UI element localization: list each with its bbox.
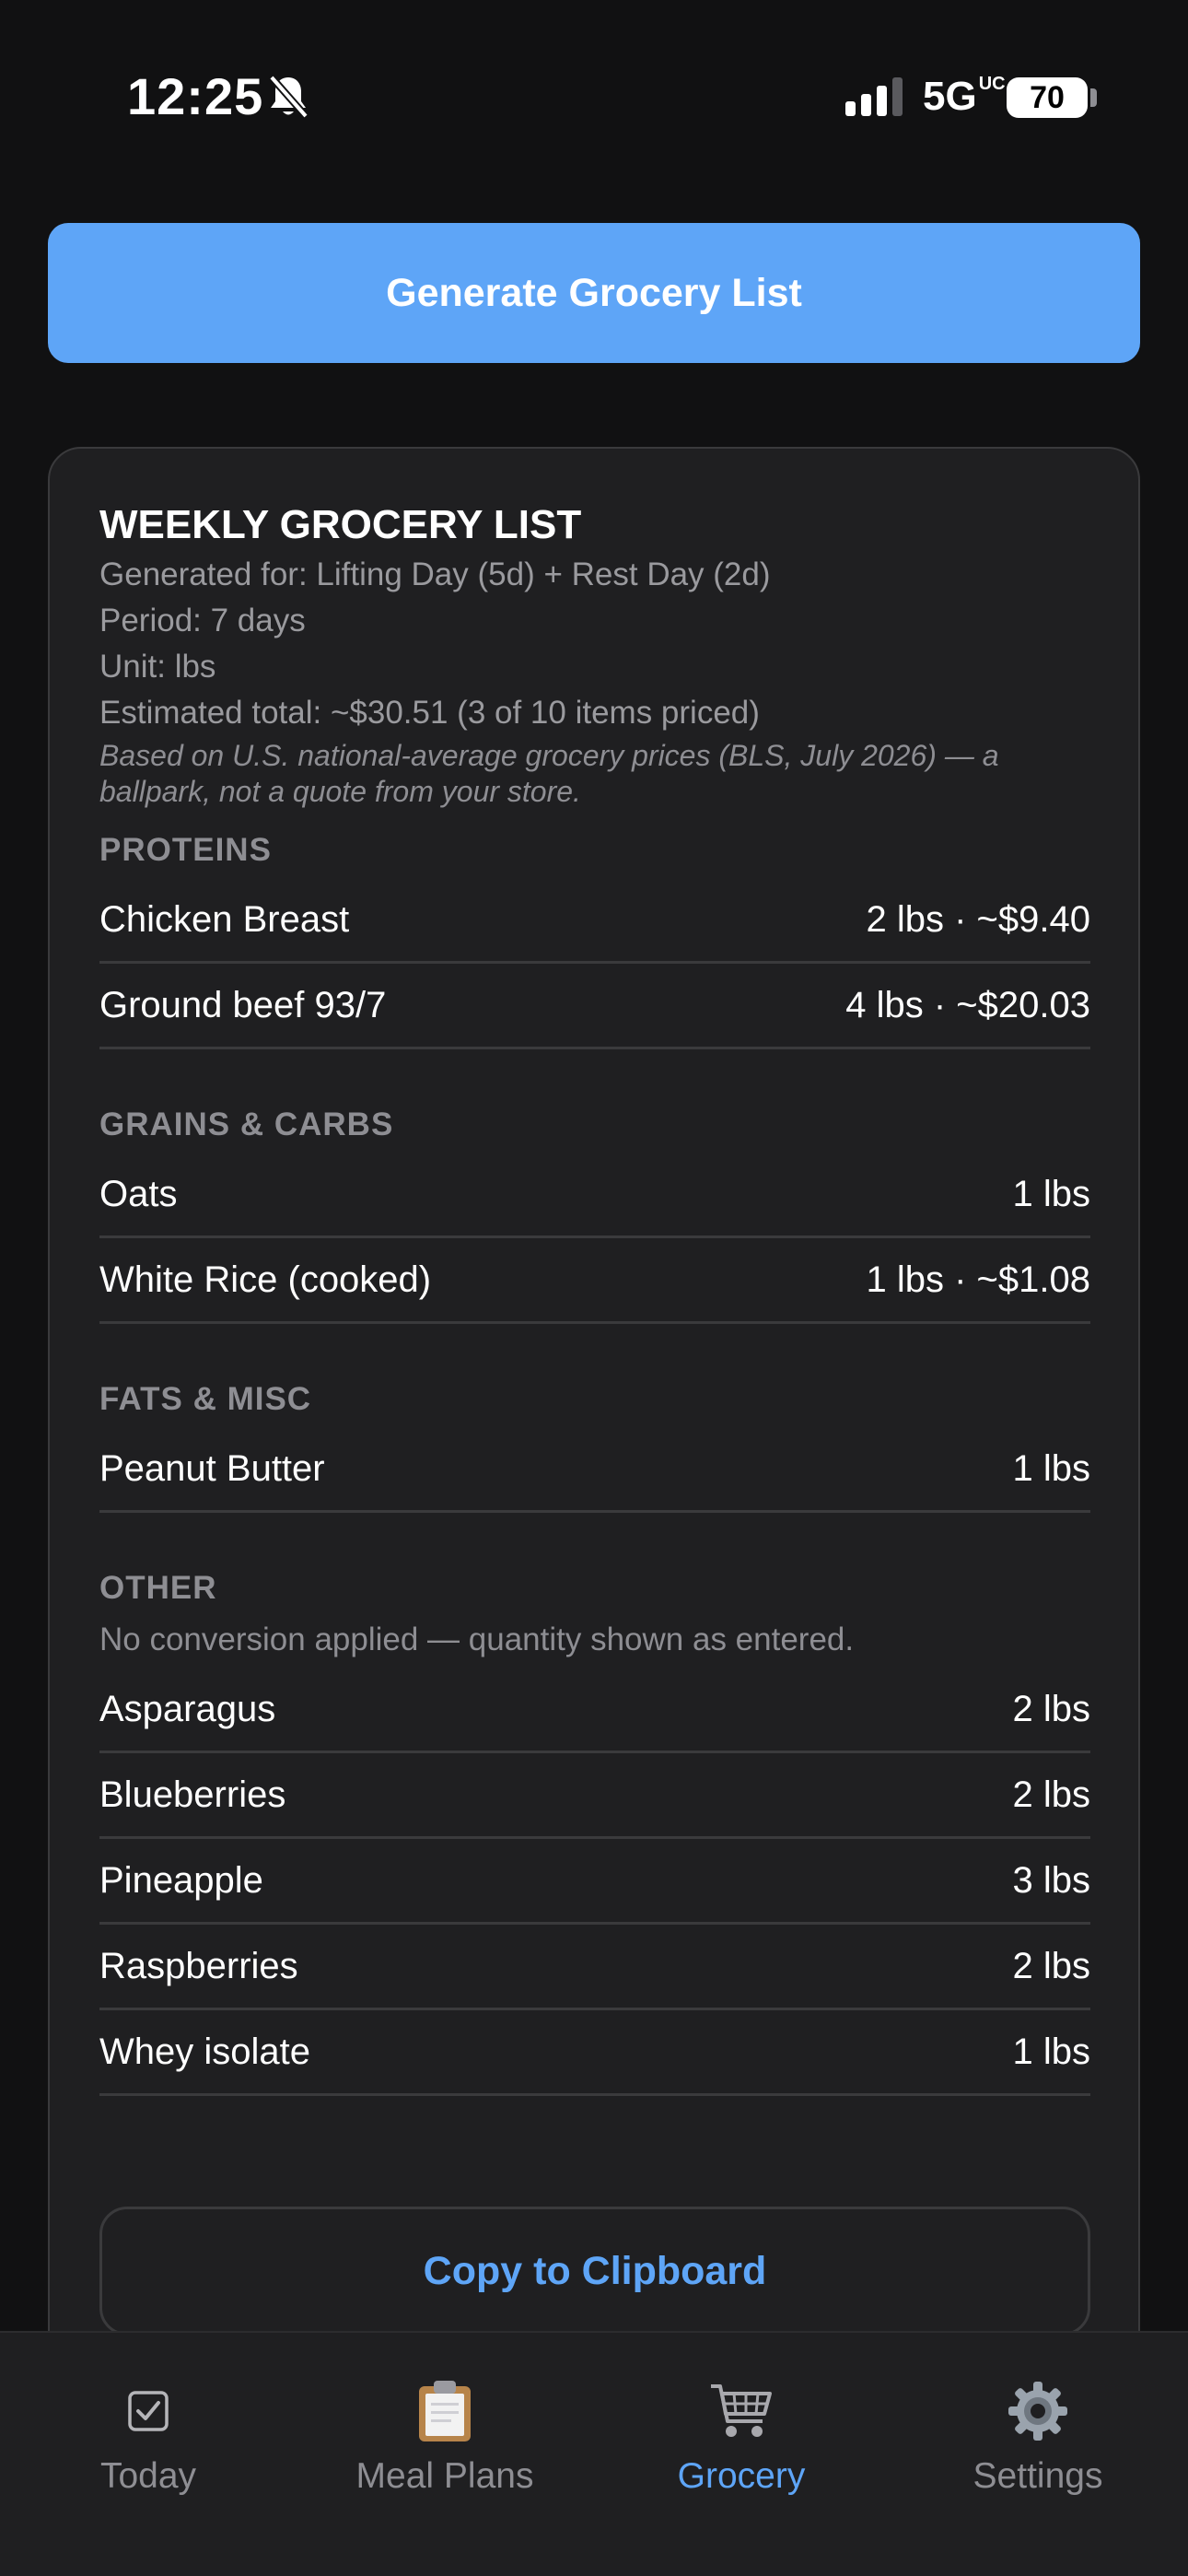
unit-text: Unit: lbs [99, 649, 216, 685]
section-label-fats: FATS & MISC [99, 1381, 312, 1417]
conversion-note: No conversion applied — quantity shown a… [99, 1622, 855, 1657]
generate-grocery-list-button[interactable]: Generate Grocery List [48, 223, 1140, 363]
list-item: Blueberries 2 lbs [99, 1753, 1090, 1839]
list-item: Peanut Butter 1 lbs [99, 1427, 1090, 1513]
shopping-cart-icon [709, 2379, 774, 2443]
item-name: Whey isolate [99, 2031, 310, 2072]
list-item: White Rice (cooked) 1 lbs · ~$1.08 [99, 1238, 1090, 1324]
bell-slash-icon [268, 75, 309, 119]
list-item: Ground beef 93/7 4 lbs · ~$20.03 [99, 964, 1090, 1049]
status-bar: 12:25 5G UC 70 [0, 0, 1188, 193]
item-name: Raspberries [99, 1945, 298, 1986]
tab-meal-plans[interactable]: Meal Plans [297, 2379, 593, 2517]
list-item: Asparagus 2 lbs [99, 1668, 1090, 1753]
copy-to-clipboard-button[interactable]: Copy to Clipboard [99, 2207, 1090, 2336]
item-quantity: 1 lbs [1012, 1447, 1091, 1489]
status-time: 12:25 [127, 67, 264, 125]
grocery-list-content: WEEKLY GROCERY LIST Generated for: Lifti… [99, 498, 1090, 2096]
tab-settings[interactable]: Settings [890, 2379, 1186, 2517]
section-label-other: OTHER [99, 1570, 217, 1606]
estimated-total-text: Estimated total: ~$30.51 (3 of 10 items … [99, 695, 760, 731]
period-text: Period: 7 days [99, 603, 306, 638]
clipboard-icon [413, 2379, 477, 2443]
item-quantity: 2 lbs [1012, 1688, 1091, 1729]
price-note: Based on U.S. national-average grocery p… [99, 739, 999, 808]
item-quantity: 4 lbs · ~$20.03 [845, 984, 1090, 1025]
item-name: Peanut Butter [99, 1447, 325, 1489]
item-name: Asparagus [99, 1688, 276, 1729]
item-name: Oats [99, 1173, 178, 1214]
section-label-grains: GRAINS & CARBS [99, 1107, 394, 1142]
item-quantity: 1 lbs · ~$1.08 [866, 1259, 1091, 1300]
tab-label: Settings [973, 2456, 1103, 2496]
item-quantity: 1 lbs [1012, 1173, 1091, 1214]
list-item: Raspberries 2 lbs [99, 1925, 1090, 2010]
grocery-list-card: WEEKLY GROCERY LIST Generated for: Lifti… [48, 447, 1140, 2418]
generated-for-text: Generated for: Lifting Day (5d) + Rest D… [99, 556, 771, 592]
gear-icon [1006, 2379, 1070, 2443]
network-indicator: 5G UC [923, 74, 1006, 119]
item-name: Chicken Breast [99, 898, 350, 940]
item-name: Ground beef 93/7 [99, 984, 387, 1025]
list-item: Oats 1 lbs [99, 1153, 1090, 1238]
item-quantity: 2 lbs [1012, 1945, 1091, 1986]
list-item: Whey isolate 1 lbs [99, 2010, 1090, 2096]
section-label-proteins: PROTEINS [99, 832, 272, 868]
checkbox-icon [116, 2379, 181, 2443]
battery-nub [1090, 88, 1097, 107]
tab-grocery[interactable]: Grocery [593, 2379, 890, 2517]
list-item: Pineapple 3 lbs [99, 1839, 1090, 1925]
battery-indicator: 70 [1007, 77, 1088, 118]
item-quantity: 2 lbs · ~$9.40 [866, 898, 1091, 940]
item-name: Blueberries [99, 1774, 286, 1815]
list-title: WEEKLY GROCERY LIST [99, 502, 582, 547]
item-quantity: 3 lbs [1012, 1859, 1091, 1901]
tab-label: Meal Plans [355, 2456, 534, 2496]
item-quantity: 2 lbs [1012, 1774, 1091, 1815]
tab-bar: Today Meal Plans Grocery Settings [0, 2331, 1188, 2576]
list-item: Chicken Breast 2 lbs · ~$9.40 [99, 878, 1090, 964]
signal-icon [845, 77, 903, 116]
item-name: Pineapple [99, 1859, 263, 1901]
tab-today[interactable]: Today [0, 2379, 297, 2517]
tab-label: Grocery [677, 2456, 806, 2496]
tab-label: Today [99, 2456, 197, 2496]
item-quantity: 1 lbs [1012, 2031, 1091, 2072]
item-name: White Rice (cooked) [99, 1259, 432, 1300]
